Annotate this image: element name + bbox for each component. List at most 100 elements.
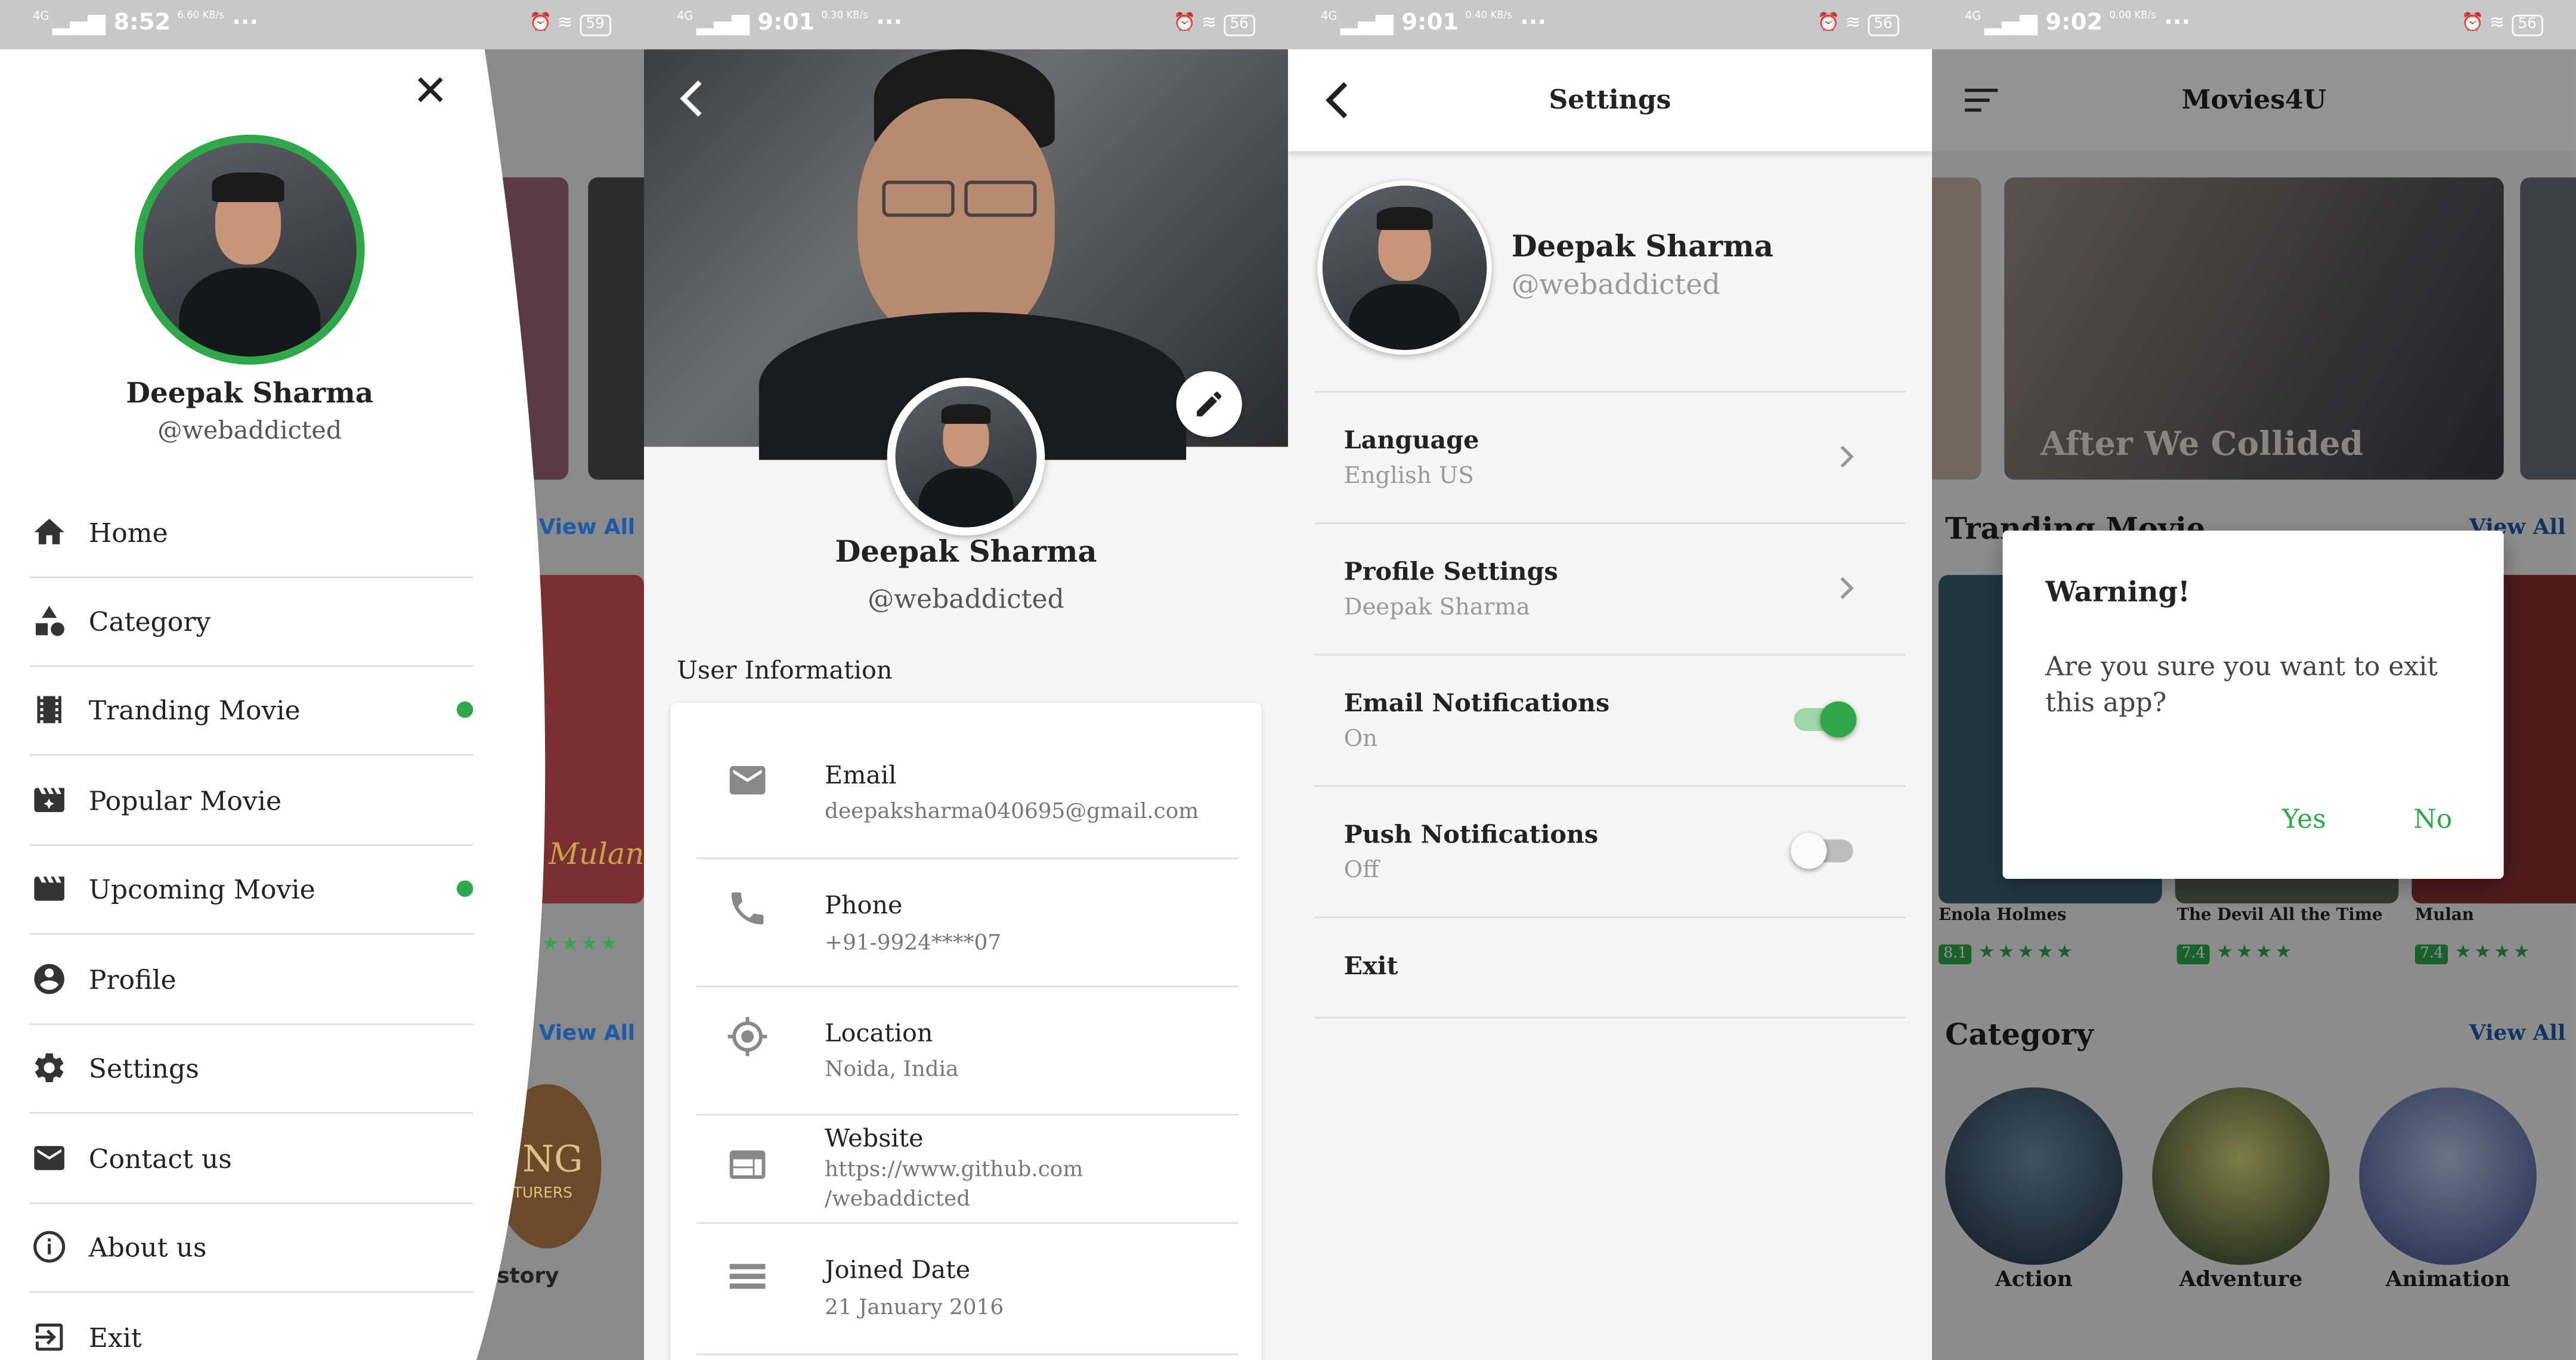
dialog-message: Are you sure you want to exit this app?: [2045, 650, 2438, 718]
menu-item-profile[interactable]: Profile: [29, 935, 473, 1026]
settings-row-exit[interactable]: Exit: [1314, 918, 1906, 1019]
movie-poster: [588, 177, 644, 480]
movie-star-icon: [30, 780, 69, 820]
settings-row-email-notifications[interactable]: Email Notifications On: [1314, 655, 1906, 787]
info-value: deepaksharma040695@gmail.com: [825, 800, 1199, 825]
info-key: Email: [825, 760, 897, 791]
user-info-card: Email deepaksharma040695@gmail.com Phone…: [670, 703, 1262, 1360]
settings-row-subtitle: Deepak Sharma: [1343, 594, 1530, 621]
signal-icon: ▂▄▆: [52, 10, 106, 36]
info-key: Phone: [825, 890, 903, 920]
profile-screen: 4G ▂▄▆ 9:01 0.30 KB/s ··· ⏰ ≋ 56 Deepak Sha…: [643, 0, 1288, 1360]
menu-item-about-us[interactable]: About us: [29, 1203, 473, 1293]
battery-icon: 56: [1867, 14, 1899, 36]
signal-icon: ▂▄▆: [696, 10, 750, 36]
menu-item-home[interactable]: Home: [29, 488, 473, 578]
status-speed: 0.30 KB/s: [821, 10, 868, 21]
app-bar: Settings: [1287, 49, 1932, 151]
alarm-icon: ⏰: [1817, 11, 1840, 33]
settings-row-title: Email Notifications: [1343, 688, 1610, 718]
network-indicator: 4G: [1965, 10, 1981, 23]
info-value: /webaddicted: [825, 1187, 971, 1213]
menu-item-label: Exit: [88, 1321, 142, 1353]
settings-row-title: Push Notifications: [1343, 819, 1599, 850]
status-speed: 0.40 KB/s: [1465, 10, 1512, 21]
info-icon: [30, 1227, 69, 1266]
menu-item-contact-us[interactable]: Contact us: [29, 1114, 473, 1204]
info-value: 21 January 2016: [825, 1296, 1004, 1321]
home-icon: [30, 513, 69, 552]
user-name: Deepak Sharma: [835, 535, 1097, 571]
email-notifications-toggle[interactable]: [1794, 701, 1857, 738]
status-bar: 4G ▂▄▆ 8:52 6.60 KB/s ··· ⏰ ≋ 59: [0, 0, 644, 49]
info-row-location[interactable]: Location Noida, India: [696, 986, 1239, 1116]
info-row-website[interactable]: Website https://www.github.com /webaddic…: [696, 1114, 1239, 1224]
settings-row-subtitle: Off: [1343, 857, 1379, 884]
network-indicator: 4G: [677, 10, 693, 23]
menu-item-upcoming-movie[interactable]: Upcoming Movie: [29, 844, 473, 935]
list-icon: [729, 1263, 766, 1289]
settings-row-language[interactable]: Language English US: [1314, 392, 1906, 524]
edit-button[interactable]: [1176, 371, 1242, 437]
shapes-icon: [30, 601, 69, 640]
menu-item-label: Tranding Movie: [88, 694, 301, 726]
battery-icon: 56: [1223, 14, 1255, 36]
user-handle: @webaddicted: [868, 583, 1064, 615]
no-button[interactable]: No: [2413, 803, 2452, 834]
settings-row-title: Exit: [1343, 951, 1398, 981]
avatar[interactable]: [1317, 181, 1492, 355]
wifi-icon: ≋: [1201, 11, 1217, 33]
push-notifications-toggle[interactable]: [1791, 832, 1853, 869]
info-key: Website: [825, 1123, 924, 1154]
yes-button[interactable]: Yes: [2282, 803, 2326, 834]
wifi-icon: ≋: [557, 11, 573, 33]
info-row-email[interactable]: Email deepaksharma040695@gmail.com: [696, 703, 1239, 859]
section-title: User Information: [677, 655, 893, 685]
back-icon[interactable]: [674, 76, 713, 122]
menu-item-label: Popular Movie: [88, 784, 282, 816]
settings-row-push-notifications[interactable]: Push Notifications Off: [1314, 787, 1906, 919]
phone-icon: [731, 892, 764, 925]
exit-warning-dialog: Warning! Are you sure you want to exit t…: [2002, 530, 2504, 879]
battery-icon: 59: [579, 14, 611, 36]
close-icon[interactable]: ✕: [411, 70, 450, 113]
exit-icon: [30, 1318, 69, 1357]
settings-row-profile-settings[interactable]: Profile Settings Deepak Sharma: [1314, 524, 1906, 656]
menu-item-label: Category: [88, 605, 211, 637]
menu-item-tranding-movie[interactable]: Tranding Movie: [29, 665, 473, 756]
user-name: Deepak Sharma: [1511, 230, 1774, 265]
avatar[interactable]: [887, 377, 1045, 536]
status-time: 9:02: [2045, 10, 2103, 36]
mail-icon: [30, 1138, 69, 1178]
alarm-icon: ⏰: [529, 11, 552, 33]
wifi-icon: ≋: [2489, 11, 2505, 33]
avatar[interactable]: [134, 134, 365, 365]
menu-item-label: Settings: [88, 1052, 199, 1083]
status-time: 9:01: [757, 10, 815, 36]
settings-row-subtitle: On: [1343, 726, 1378, 752]
menu-item-category[interactable]: Category: [29, 577, 473, 667]
dialog-title: Warning!: [2045, 577, 2190, 610]
home-screen: 4G ▂▄▆ 9:02 0.00 KB/s ··· ⏰ ≋ 56 Movies4U A…: [1931, 0, 2576, 1360]
info-key: Location: [825, 1018, 933, 1048]
menu-item-exit[interactable]: Exit: [30, 1293, 473, 1360]
settings-row-title: Profile Settings: [1343, 556, 1558, 587]
info-row-phone[interactable]: Phone +91-9924****07: [696, 857, 1239, 987]
status-bar: 4G ▂▄▆ 9:01 0.30 KB/s ··· ⏰ ≋ 56: [643, 0, 1288, 49]
menu-item-settings[interactable]: Settings: [29, 1023, 473, 1114]
mail-icon: [729, 766, 766, 795]
menu-item-label: About us: [88, 1231, 207, 1263]
network-indicator: 4G: [1321, 10, 1337, 23]
info-row-joined-date[interactable]: Joined Date 21 January 2016: [696, 1222, 1239, 1355]
user-name: Deepak Sharma: [126, 377, 374, 411]
menu-item-popular-movie[interactable]: Popular Movie: [29, 755, 473, 846]
poster-title: Mulan: [549, 838, 644, 872]
user-handle: @webaddicted: [157, 416, 342, 445]
battery-icon: 56: [2511, 14, 2543, 36]
pencil-icon: [1197, 392, 1222, 417]
drawer-screen: 4G ▂▄▆ 8:52 6.60 KB/s ··· ⏰ ≋ 59 View All M…: [0, 0, 644, 1360]
signal-icon: ▂▄▆: [1340, 10, 1394, 36]
status-speed: 0.00 KB/s: [2109, 10, 2156, 21]
status-bar: 4G ▂▄▆ 9:02 0.00 KB/s ··· ⏰ ≋ 56: [1931, 0, 2576, 49]
settings-screen: 4G ▂▄▆ 9:01 0.40 KB/s ··· ⏰ ≋ 56 Settings D…: [1287, 0, 1932, 1360]
